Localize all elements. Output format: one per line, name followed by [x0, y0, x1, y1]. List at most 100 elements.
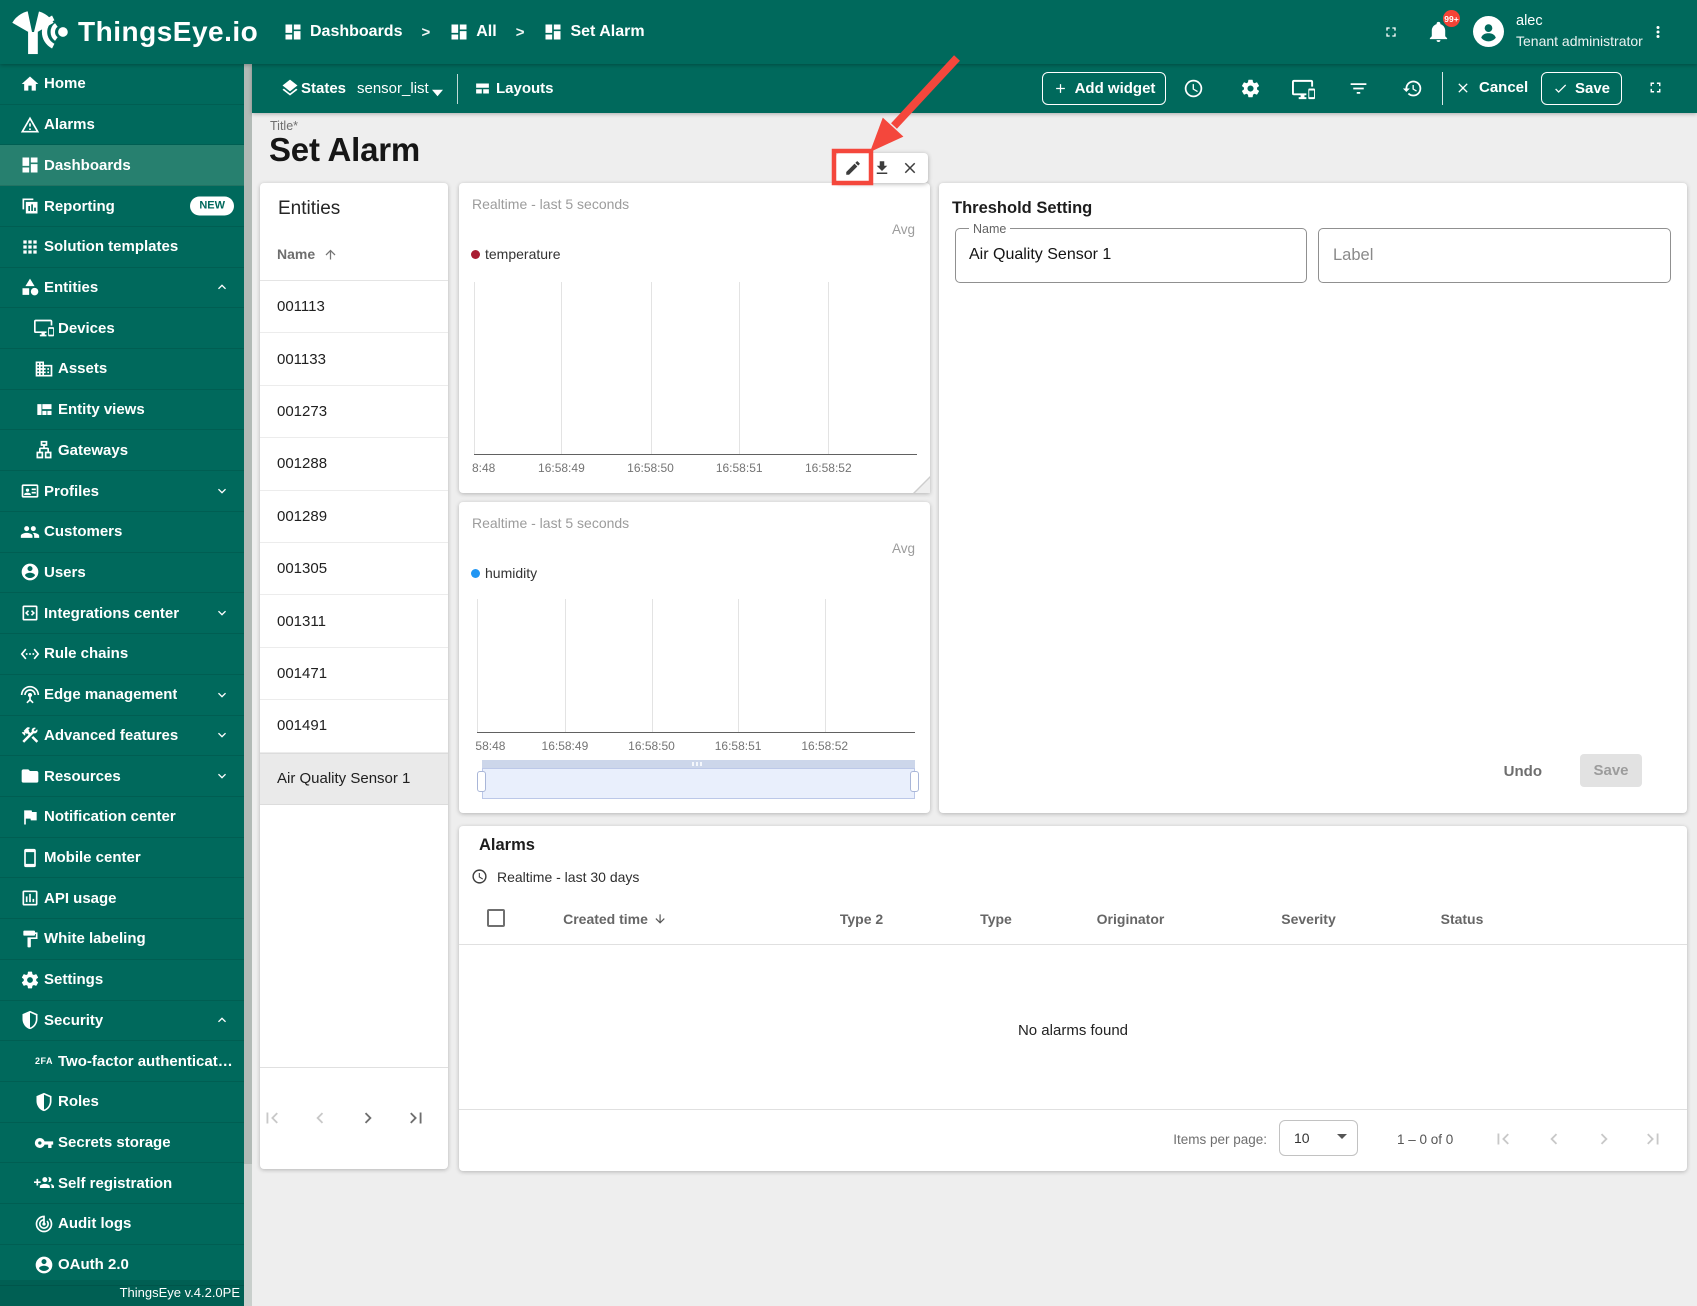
alarms-header-divider: [459, 944, 1687, 945]
sidebar-item-label: Alarms: [44, 116, 95, 134]
alarms-timewindow[interactable]: Realtime - last 30 days: [471, 868, 639, 885]
sidebar-item-self-registration[interactable]: Self registration: [0, 1163, 244, 1205]
more-menu-kebab-icon[interactable]: [1649, 23, 1667, 41]
entity-row-001471[interactable]: 001471: [260, 648, 448, 701]
x-axis-tick-label: 16:58:49: [541, 739, 589, 753]
timewindow-clock-icon[interactable]: [1183, 78, 1204, 99]
sidebar-item-dashboards[interactable]: Dashboards: [0, 145, 244, 187]
cancel-button[interactable]: Cancel: [1455, 79, 1528, 96]
sidebar-item-label: Two-factor authentication: [58, 1052, 236, 1070]
select-all-checkbox[interactable]: [487, 909, 505, 927]
sidebar-item-mobile-center[interactable]: Mobile center: [0, 838, 244, 879]
add-widget-button[interactable]: Add widget: [1042, 72, 1166, 105]
sidebar-item-alarms[interactable]: Alarms: [0, 105, 244, 146]
entity-row-001491[interactable]: 001491: [260, 700, 448, 753]
state-caret-down-icon[interactable]: [432, 84, 443, 97]
range-slider-grip-icon[interactable]: [692, 762, 704, 766]
entity-row-001113[interactable]: 001113: [260, 281, 448, 334]
layouts-icon: [474, 80, 491, 97]
sidebar-item-advanced-features[interactable]: Advanced features: [0, 716, 244, 757]
version-history-icon[interactable]: [1402, 78, 1423, 99]
cancel-x-icon: [1455, 80, 1471, 96]
items-per-page-select[interactable]: 10: [1279, 1120, 1358, 1156]
sidebar-item-rule-chains[interactable]: Rule chains: [0, 634, 244, 675]
toolbar-fullscreen-icon[interactable]: [1647, 79, 1664, 96]
sidebar-item-assets[interactable]: Assets: [0, 349, 244, 390]
undo-button[interactable]: Undo: [1504, 763, 1542, 780]
remove-widget-close-icon[interactable]: [901, 159, 919, 177]
sidebar-item-notification-center[interactable]: Notification center: [0, 797, 244, 838]
sidebar-item-gateways[interactable]: Gateways: [0, 430, 244, 472]
user-info[interactable]: alec Tenant administrator: [1516, 12, 1643, 51]
alarms-column-type[interactable]: Type: [980, 911, 1012, 927]
alarms-icon: [20, 115, 40, 135]
sidebar-item-label: API usage: [44, 889, 117, 907]
alarms-column-status[interactable]: Status: [1441, 911, 1484, 927]
sidebar-item-users[interactable]: Users: [0, 553, 244, 594]
alarms-footer-divider: [459, 1109, 1687, 1110]
entity-aliases-icon[interactable]: [1292, 78, 1315, 101]
sidebar-item-integrations-center[interactable]: Integrations center: [0, 593, 244, 635]
alarms-column-created-time[interactable]: Created time: [563, 911, 667, 927]
entities-name-column-header[interactable]: Name: [277, 246, 338, 262]
entity-row-001288[interactable]: 001288: [260, 438, 448, 491]
sidebar-item-label: Advanced features: [44, 726, 179, 744]
alarms-column-type-2[interactable]: Type 2: [840, 911, 883, 927]
sidebar-item-roles[interactable]: Roles: [0, 1082, 244, 1123]
state-select-value[interactable]: sensor_list: [357, 80, 429, 97]
humidity-legend[interactable]: humidity: [471, 565, 537, 581]
x-axis-tick-label: 16:58:51: [715, 461, 763, 475]
entities-paginator-chevron-right-icon[interactable]: [357, 1107, 379, 1129]
sidebar-item-entities[interactable]: Entities: [0, 268, 244, 309]
entities-paginator-last-page-icon[interactable]: [405, 1107, 427, 1129]
edit-widget-pencil-icon[interactable]: [844, 159, 862, 177]
entities-paginator: [260, 1096, 448, 1140]
label-field[interactable]: Label: [1318, 228, 1671, 283]
sidebar-item-devices[interactable]: Devices: [0, 308, 244, 350]
sidebar-item-api-usage[interactable]: API usage: [0, 878, 244, 920]
name-field[interactable]: Name Air Quality Sensor 1: [955, 222, 1307, 283]
cancel-label: Cancel: [1479, 79, 1529, 96]
gateways-icon: [34, 440, 54, 460]
resize-handle[interactable]: [915, 478, 930, 493]
sidebar-item-home[interactable]: Home: [0, 64, 244, 105]
fullscreen-icon[interactable]: [1383, 24, 1399, 40]
alarms-column-severity[interactable]: Severity: [1281, 911, 1335, 927]
entity-row-001273[interactable]: 001273: [260, 386, 448, 439]
entity-row-001305[interactable]: 001305: [260, 543, 448, 596]
sidebar-item-two-factor-authentication[interactable]: 2FA Two-factor authentication: [0, 1041, 244, 1082]
entity-row-001311[interactable]: 001311: [260, 595, 448, 648]
temperature-legend[interactable]: temperature: [471, 246, 560, 262]
range-slider-window[interactable]: [482, 768, 915, 799]
sidebar-item-secrets-storage[interactable]: Secrets storage: [0, 1123, 244, 1164]
sidebar-item-security[interactable]: Security: [0, 1001, 244, 1042]
sidebar-scrollbar[interactable]: [244, 64, 252, 1306]
dashboard-settings-gear-icon[interactable]: [1240, 78, 1261, 99]
sidebar-item-solution-templates[interactable]: Solution templates: [0, 227, 244, 268]
export-widget-download-icon[interactable]: [873, 159, 891, 177]
alarms-column-originator[interactable]: Originator: [1097, 911, 1165, 927]
range-slider-right-handle[interactable]: [910, 771, 919, 792]
sidebar-item-settings[interactable]: Settings: [0, 960, 244, 1001]
temperature-chart-widget: Realtime - last 5 seconds Avg temperatur…: [459, 183, 930, 493]
paginator-range-text: 1 – 0 of 0: [1397, 1132, 1454, 1147]
sidebar-item-white-labeling[interactable]: White labeling: [0, 919, 244, 960]
sidebar-item-profiles[interactable]: Profiles: [0, 471, 244, 512]
threshold-save-button[interactable]: Save: [1580, 754, 1642, 787]
avatar[interactable]: [1473, 16, 1504, 47]
sidebar-item-reporting[interactable]: Reporting NEW: [0, 186, 244, 227]
save-button[interactable]: Save: [1541, 72, 1622, 105]
entity-row-001289[interactable]: 001289: [260, 491, 448, 543]
filters-icon[interactable]: [1348, 78, 1369, 99]
range-slider-left-handle[interactable]: [477, 771, 486, 792]
sidebar-item-entity-views[interactable]: Entity views: [0, 390, 244, 431]
sidebar-item-edge-management[interactable]: Edge management: [0, 675, 244, 716]
entity-row-001133[interactable]: 001133: [260, 333, 448, 386]
sidebar-item-label: Entities: [44, 278, 99, 296]
layouts-button[interactable]: Layouts: [496, 80, 554, 97]
sidebar-scrollbar-thumb[interactable]: [244, 64, 252, 1164]
entity-row-air-quality-sensor-1[interactable]: Air Quality Sensor 1: [260, 752, 448, 805]
sidebar-item-customers[interactable]: Customers: [0, 512, 244, 553]
sidebar-item-audit-logs[interactable]: Audit logs: [0, 1204, 244, 1245]
sidebar-item-resources[interactable]: Resources: [0, 756, 244, 797]
